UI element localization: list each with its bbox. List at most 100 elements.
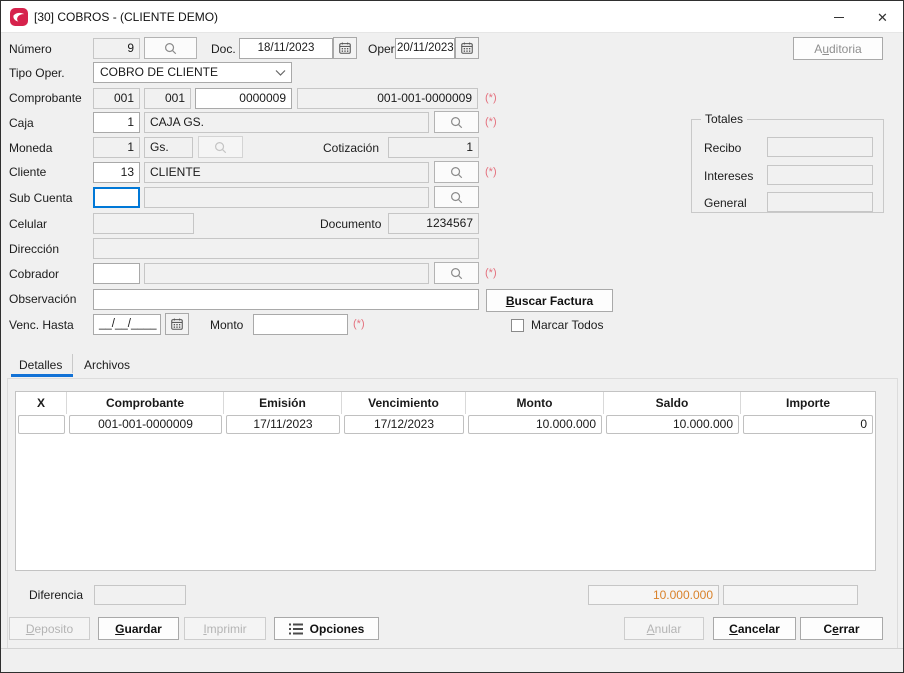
required-marker: (*) bbox=[485, 267, 497, 279]
sub-cuenta-search-button[interactable] bbox=[434, 186, 479, 208]
general-label: General bbox=[704, 196, 747, 210]
deposito-button: Deposito bbox=[9, 617, 90, 640]
cobros-window: [30] COBROS - (CLIENTE DEMO) ✕ Número 9 … bbox=[0, 0, 904, 673]
caja-desc-field: CAJA GS. bbox=[144, 112, 429, 133]
numero-search-button[interactable] bbox=[144, 37, 197, 59]
comprobante-numero-field[interactable]: 0000009 bbox=[195, 88, 292, 109]
oper-date-field[interactable]: 20/11/2023 bbox=[395, 38, 455, 59]
auditoria-button[interactable]: Auditoria bbox=[793, 37, 883, 60]
documento-label: Documento bbox=[320, 217, 381, 231]
recibo-label: Recibo bbox=[704, 141, 741, 155]
required-marker: (*) bbox=[485, 116, 497, 128]
comprobante-label: Comprobante bbox=[9, 91, 82, 105]
sub-cuenta-desc-field bbox=[144, 187, 429, 208]
tab-detalles[interactable]: Detalles bbox=[19, 358, 62, 372]
monto-field[interactable] bbox=[253, 314, 348, 335]
required-marker: (*) bbox=[485, 166, 497, 178]
cobrador-label: Cobrador bbox=[9, 267, 59, 281]
active-tab-underline bbox=[11, 374, 73, 377]
guardar-button[interactable]: Guardar bbox=[98, 617, 179, 640]
column-header-emision: Emisión bbox=[224, 392, 342, 414]
anular-button: Anular bbox=[624, 617, 704, 640]
row-emision-cell[interactable]: 17/11/2023 bbox=[226, 415, 340, 434]
doc-date-field[interactable]: 18/11/2023 bbox=[239, 38, 333, 59]
oper-calendar-button[interactable] bbox=[455, 37, 479, 59]
sub-cuenta-label: Sub Cuenta bbox=[9, 191, 72, 205]
close-button[interactable]: ✕ bbox=[860, 1, 904, 33]
opciones-button[interactable]: Opciones bbox=[274, 617, 379, 640]
row-select-cell[interactable] bbox=[18, 415, 65, 434]
search-icon bbox=[213, 140, 228, 155]
cobrador-search-button[interactable] bbox=[434, 262, 479, 284]
app-logo-icon bbox=[10, 8, 28, 26]
cliente-desc-field: CLIENTE bbox=[144, 162, 429, 183]
list-icon bbox=[289, 623, 303, 635]
numero-field: 9 bbox=[93, 38, 140, 59]
row-importe-cell[interactable]: 0 bbox=[743, 415, 873, 434]
cliente-search-button[interactable] bbox=[434, 161, 479, 183]
tab-archivos[interactable]: Archivos bbox=[84, 358, 130, 372]
cobrador-code-field[interactable] bbox=[93, 263, 140, 284]
caja-label: Caja bbox=[9, 116, 34, 130]
observacion-field[interactable] bbox=[93, 289, 479, 310]
tipo-oper-select[interactable]: COBRO DE CLIENTE bbox=[93, 62, 292, 83]
direccion-label: Dirección bbox=[9, 242, 59, 256]
search-icon bbox=[449, 190, 464, 205]
tipo-oper-label: Tipo Oper. bbox=[9, 66, 65, 80]
minimize-icon bbox=[834, 17, 844, 18]
row-monto-cell[interactable]: 10.000.000 bbox=[468, 415, 602, 434]
cotizacion-label: Cotización bbox=[323, 141, 379, 155]
minimize-button[interactable] bbox=[816, 1, 861, 33]
marcar-todos-checkbox[interactable] bbox=[511, 319, 524, 332]
calendar-icon bbox=[338, 41, 352, 55]
cerrar-button[interactable]: Cerrar bbox=[800, 617, 883, 640]
column-header-saldo: Saldo bbox=[604, 392, 741, 414]
intereses-field bbox=[767, 165, 873, 185]
search-icon bbox=[449, 115, 464, 130]
row-vencimiento-cell[interactable]: 17/12/2023 bbox=[344, 415, 464, 434]
column-header-importe: Importe bbox=[741, 392, 875, 414]
column-header-vencimiento: Vencimiento bbox=[342, 392, 466, 414]
venc-hasta-label: Venc. Hasta bbox=[9, 318, 74, 332]
cotizacion-field: 1 bbox=[388, 137, 479, 158]
imprimir-button: Imprimir bbox=[184, 617, 266, 640]
cliente-code-field[interactable]: 13 bbox=[93, 162, 140, 183]
cancelar-button[interactable]: Cancelar bbox=[713, 617, 796, 640]
table-row: 001-001-0000009 17/11/2023 17/12/2023 10… bbox=[16, 414, 875, 436]
direccion-field bbox=[93, 238, 479, 259]
observacion-label: Observación bbox=[9, 292, 76, 306]
general-field bbox=[767, 192, 873, 212]
calendar-icon bbox=[460, 41, 474, 55]
moneda-search-button bbox=[198, 136, 243, 158]
caja-code-field[interactable]: 1 bbox=[93, 112, 140, 133]
sub-cuenta-code-field[interactable] bbox=[93, 187, 140, 208]
celular-field bbox=[93, 213, 194, 234]
venc-hasta-calendar-button[interactable] bbox=[165, 313, 189, 335]
comprobante-serie1-field: 001 bbox=[93, 88, 140, 109]
search-icon bbox=[449, 266, 464, 281]
moneda-code-field: 1 bbox=[93, 137, 140, 158]
diferencia-field bbox=[94, 585, 186, 605]
buscar-factura-button[interactable]: Buscar Factura bbox=[486, 289, 613, 312]
doc-calendar-button[interactable] bbox=[333, 37, 357, 59]
search-icon bbox=[163, 41, 178, 56]
documento-field: 1234567 bbox=[388, 213, 479, 234]
detalles-table: X Comprobante Emisión Vencimiento Monto … bbox=[15, 391, 876, 571]
title-bar: [30] COBROS - (CLIENTE DEMO) ✕ bbox=[1, 1, 903, 33]
comprobante-completo-field: 001-001-0000009 bbox=[297, 88, 478, 109]
search-icon bbox=[449, 165, 464, 180]
status-strip bbox=[1, 649, 904, 672]
tipo-oper-value: COBRO DE CLIENTE bbox=[100, 65, 218, 79]
cobrador-desc-field bbox=[144, 263, 429, 284]
venc-hasta-field[interactable]: __/__/____ bbox=[93, 314, 161, 335]
moneda-desc-field: Gs. bbox=[144, 137, 193, 158]
row-saldo-cell[interactable]: 10.000.000 bbox=[606, 415, 739, 434]
caja-search-button[interactable] bbox=[434, 111, 479, 133]
calendar-icon bbox=[170, 317, 184, 331]
required-marker: (*) bbox=[485, 92, 497, 104]
diferencia-label: Diferencia bbox=[29, 588, 83, 602]
required-marker: (*) bbox=[353, 318, 365, 330]
celular-label: Celular bbox=[9, 217, 47, 231]
total-importe-field: 10.000.000 bbox=[588, 585, 719, 605]
row-comprobante-cell[interactable]: 001-001-0000009 bbox=[69, 415, 222, 434]
